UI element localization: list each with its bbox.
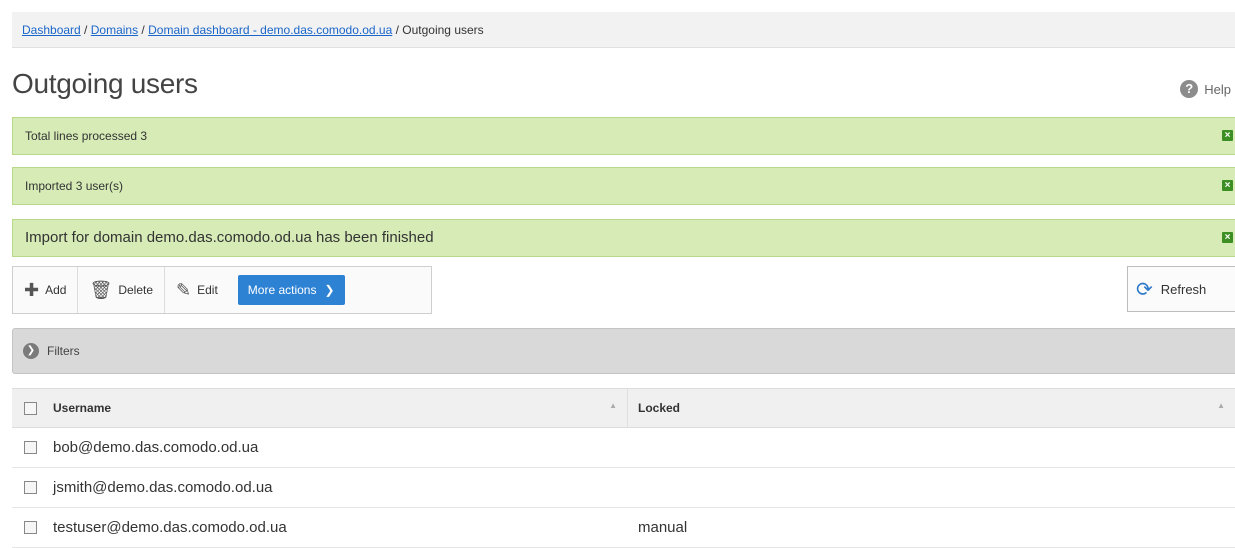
refresh-label: Refresh xyxy=(1160,281,1207,297)
close-icon[interactable]: × xyxy=(1222,180,1233,191)
help-link[interactable]: ? Help xyxy=(1180,80,1231,98)
refresh-button[interactable]: ⟳ Refresh xyxy=(1127,266,1235,312)
alert-total-lines: Total lines processed 3 × xyxy=(12,117,1235,155)
username-cell: bob@demo.das.comodo.od.ua xyxy=(12,428,628,467)
table-row[interactable]: jsmith@demo.das.comodo.od.ua xyxy=(12,468,1235,508)
table-row[interactable]: bob@demo.das.comodo.od.ua xyxy=(12,428,1235,468)
alert-imported-users: Imported 3 user(s) × xyxy=(12,167,1235,205)
alert-text: Imported 3 user(s) xyxy=(25,179,124,193)
column-header-username[interactable]: Username ▲ xyxy=(12,389,628,427)
filters-label: Filters xyxy=(47,344,80,358)
username-value: testuser@demo.das.comodo.od.ua xyxy=(53,519,287,536)
help-icon: ? xyxy=(1180,80,1199,98)
add-label: Add xyxy=(45,283,67,297)
select-all-checkbox[interactable] xyxy=(24,401,37,415)
sort-icon: ▲ xyxy=(1217,401,1225,410)
breadcrumb-separator: / xyxy=(392,23,403,37)
delete-label: Delete xyxy=(118,283,153,297)
refresh-icon: ⟳ xyxy=(1136,278,1153,301)
row-checkbox[interactable] xyxy=(24,441,37,454)
username-value: jsmith@demo.das.comodo.od.ua xyxy=(53,479,273,496)
locked-cell xyxy=(628,428,1235,467)
delete-button[interactable]: 🗑 Delete xyxy=(78,267,165,313)
username-value: bob@demo.das.comodo.od.ua xyxy=(53,439,259,456)
table-header: Username ▲ Locked ▲ xyxy=(12,388,1235,428)
column-header-locked[interactable]: Locked ▲ xyxy=(628,389,1235,427)
username-cell: testuser@demo.das.comodo.od.ua xyxy=(12,508,628,547)
username-cell: jsmith@demo.das.comodo.od.ua xyxy=(12,468,628,507)
table-row[interactable]: testuser@demo.das.comodo.od.ua manual xyxy=(12,508,1235,548)
edit-button[interactable]: ✎ Edit xyxy=(165,267,229,313)
breadcrumb: Dashboard / Domains / Domain dashboard -… xyxy=(12,12,1235,48)
sort-icon: ▲ xyxy=(609,401,617,410)
breadcrumb-dashboard-link[interactable]: Dashboard xyxy=(22,23,81,37)
filters-toggle[interactable]: ❯ Filters xyxy=(12,328,1235,374)
close-icon[interactable]: × xyxy=(1222,130,1233,141)
toolbar: ✚ Add 🗑 Delete ✎ Edit More actions ❯ xyxy=(12,266,432,314)
locked-cell xyxy=(628,468,1235,507)
row-checkbox[interactable] xyxy=(24,521,37,534)
alert-text: Total lines processed 3 xyxy=(25,129,148,143)
help-label: Help xyxy=(1204,81,1231,97)
breadcrumb-domains-link[interactable]: Domains xyxy=(91,23,138,37)
more-actions-button[interactable]: More actions ❯ xyxy=(237,275,345,305)
locked-cell: manual xyxy=(638,519,688,536)
add-button[interactable]: ✚ Add xyxy=(13,267,79,313)
pencil-icon: ✎ xyxy=(176,279,192,300)
breadcrumb-current: Outgoing users xyxy=(402,23,484,37)
edit-label: Edit xyxy=(197,283,218,297)
breadcrumb-separator: / xyxy=(138,23,149,37)
page-title: Outgoing users xyxy=(12,68,198,99)
users-table: Username ▲ Locked ▲ bob@demo.das.comodo.… xyxy=(12,388,1235,548)
row-checkbox[interactable] xyxy=(24,481,37,494)
chevron-right-icon: ❯ xyxy=(23,343,39,359)
trash-icon: 🗑 xyxy=(89,279,113,300)
breadcrumb-domain-dashboard-link[interactable]: Domain dashboard - demo.das.comodo.od.ua xyxy=(148,23,392,37)
more-actions-label: More actions xyxy=(247,283,317,297)
close-icon[interactable]: × xyxy=(1222,232,1233,243)
column-label: Username xyxy=(53,401,112,415)
alert-text: Import for domain demo.das.comodo.od.ua … xyxy=(25,229,434,246)
alert-import-finished: Import for domain demo.das.comodo.od.ua … xyxy=(12,219,1235,257)
column-label: Locked xyxy=(638,401,681,415)
breadcrumb-separator: / xyxy=(80,23,91,37)
plus-icon: ✚ xyxy=(24,279,40,300)
chevron-down-icon: ❯ xyxy=(324,283,335,297)
